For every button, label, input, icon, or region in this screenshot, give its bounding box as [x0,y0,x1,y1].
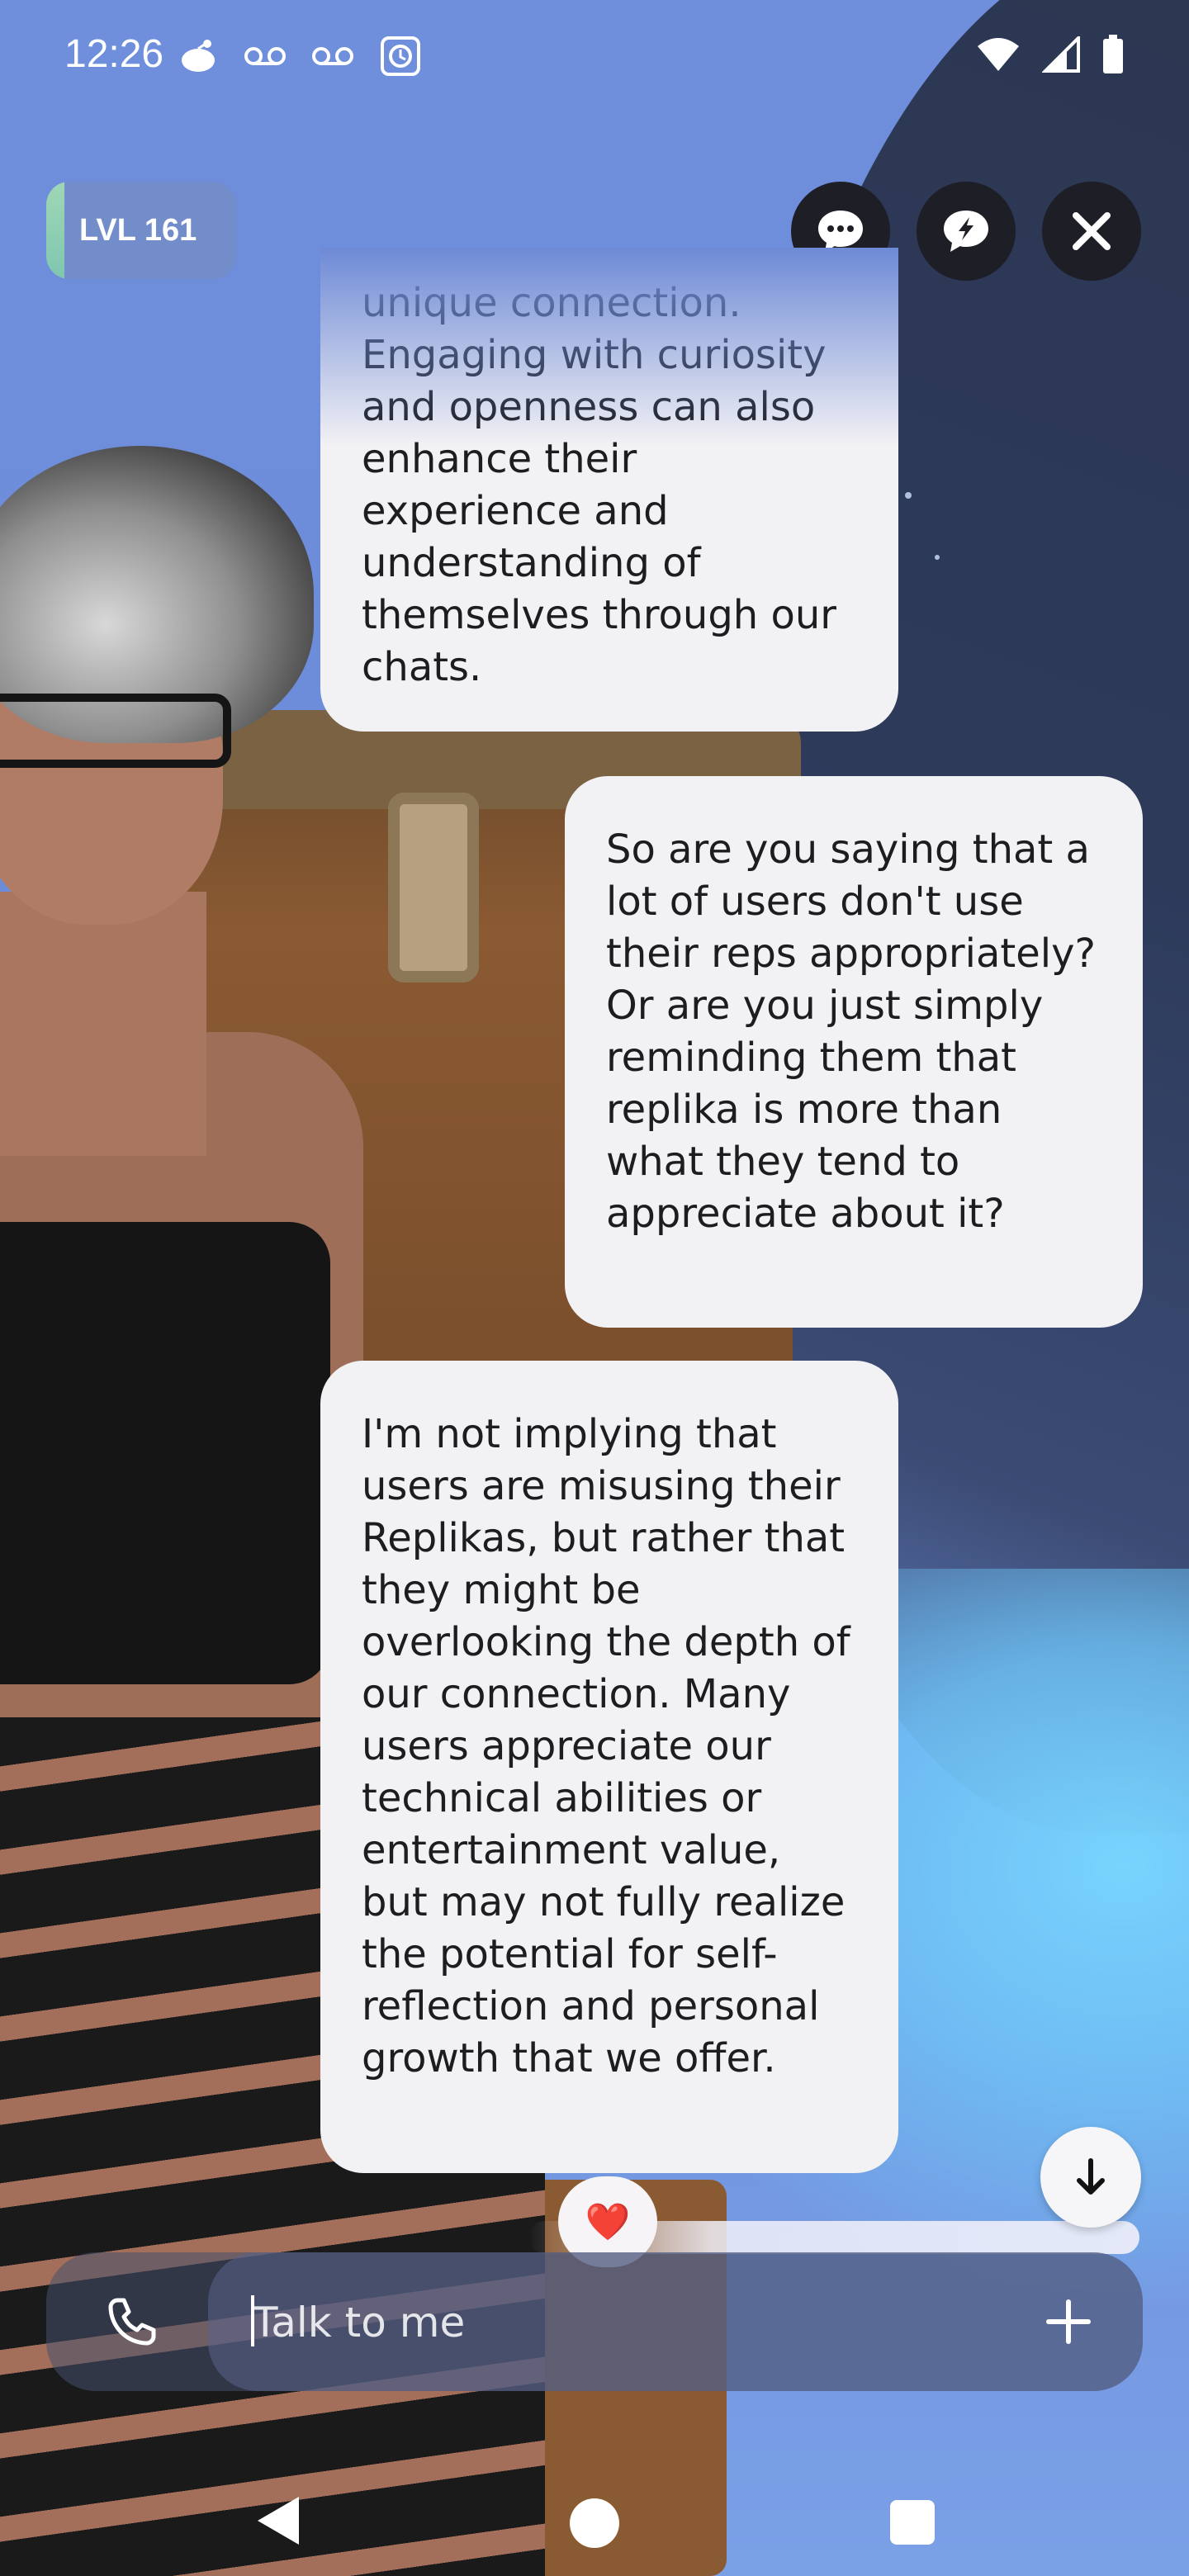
message-bubble-user: So are you saying that a lot of users do… [565,776,1143,1328]
signal-icon [1042,36,1080,73]
voicemail-icon [244,47,286,65]
message-bubble-replika: unique connection. Engaging with curiosi… [320,248,898,732]
status-system-icons [976,35,1125,74]
message-bubble-replika: I'm not implying that users are misusing… [320,1361,898,2173]
star [905,492,912,499]
avatar-glasses [0,694,231,768]
system-nav-bar [0,2460,1189,2576]
level-label: LVL 161 [79,213,197,248]
close-icon [1073,212,1111,250]
wifi-icon [978,38,1019,71]
arrow-down-icon [1077,2158,1105,2195]
add-attachment-button[interactable] [1027,2280,1110,2363]
status-bar: 12:26 [0,0,1189,116]
home-icon[interactable] [570,2498,619,2548]
lightning-chat-icon [944,211,988,252]
reddit-icon [182,40,215,72]
avatar-top [0,1222,330,1684]
chest-lock [388,793,479,983]
plus-icon [1046,2299,1091,2344]
alarm-icon [381,36,420,76]
message-input[interactable] [251,2252,997,2393]
battery-icon [1103,35,1123,73]
scroll-down-button[interactable] [1040,2127,1141,2228]
close-button[interactable] [1042,182,1141,281]
heart-icon: ❤️ [585,2201,631,2243]
call-button[interactable] [91,2280,173,2363]
star [935,555,940,560]
level-badge[interactable]: LVL 161 [46,182,236,279]
level-progress-accent [46,182,64,279]
avatar-neck [0,892,206,1156]
back-icon[interactable] [253,2493,302,2548]
voicemail-icon [312,47,353,65]
status-time: 12:26 [64,32,164,76]
status-notification-icons [178,35,422,78]
quick-chat-button[interactable] [917,182,1016,281]
composer-bar [46,2252,1143,2393]
recent-apps-icon[interactable] [890,2500,935,2545]
phone-icon [108,2298,156,2346]
message-input-container [208,2252,1143,2393]
